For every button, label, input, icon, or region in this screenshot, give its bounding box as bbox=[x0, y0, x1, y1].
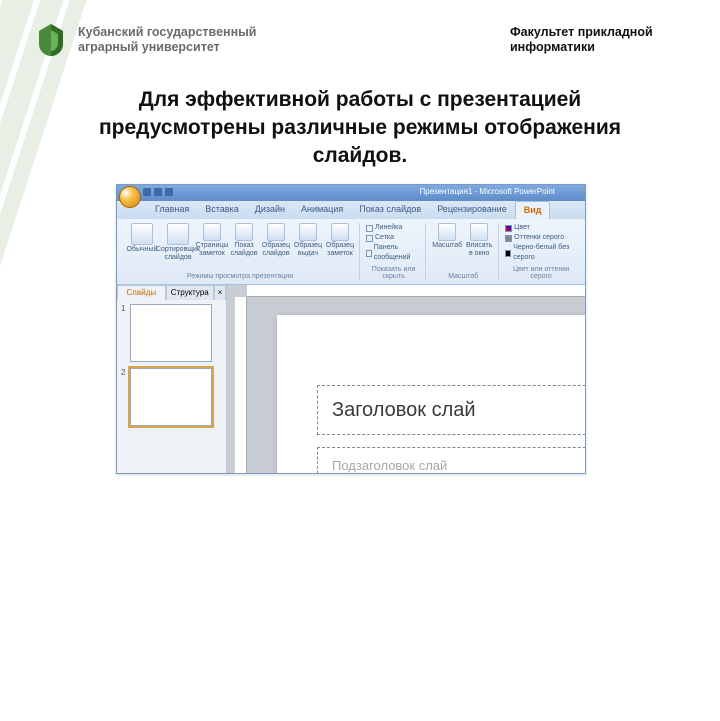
tab-view[interactable]: Вид bbox=[515, 201, 551, 219]
slide-canvas: Заголовок слай Подзаголовок слай bbox=[227, 285, 585, 474]
panel-tabs: Слайды Структура × bbox=[117, 285, 226, 300]
quick-access-toolbar[interactable] bbox=[143, 188, 173, 196]
tab-animation[interactable]: Анимация bbox=[293, 201, 351, 219]
slide-title: Для эффективной работы с презентацией пр… bbox=[90, 86, 630, 170]
opt-color[interactable]: Цвет bbox=[505, 223, 577, 233]
normal-view-icon bbox=[131, 223, 153, 245]
thumbnail[interactable]: 1 bbox=[121, 304, 222, 362]
notes-master-icon bbox=[331, 223, 349, 241]
university-name: Кубанский государственный аграрный униве… bbox=[78, 25, 257, 55]
btn-handout-master[interactable]: Образец выдач bbox=[293, 223, 323, 262]
btn-normal[interactable]: Обычный bbox=[125, 223, 159, 262]
btn-sorter[interactable]: Сортировщик слайдов bbox=[161, 223, 195, 262]
brand: Кубанский государственный аграрный униве… bbox=[36, 22, 257, 58]
horizontal-ruler-icon bbox=[247, 285, 585, 297]
slides-panel: Слайды Структура × 1 2 bbox=[117, 285, 227, 474]
chk-ruler[interactable]: Линейка bbox=[366, 223, 421, 233]
powerpoint-screenshot: Презентация1 - Microsoft PowerPoint Глав… bbox=[116, 184, 586, 474]
panel-tab-outline[interactable]: Структура bbox=[166, 285, 215, 300]
group-color: Цвет Оттенки серого Черно-белый без серо… bbox=[501, 223, 581, 280]
group-presentation-views: Обычный Сортировщик слайдов Страницы зам… bbox=[121, 223, 360, 280]
chk-msgbar[interactable]: Панель сообщений bbox=[366, 243, 421, 263]
fit-window-icon bbox=[470, 223, 488, 241]
faculty-name: Факультет прикладной информатики bbox=[510, 25, 690, 55]
window-title: Презентация1 - Microsoft PowerPoint bbox=[420, 187, 555, 196]
btn-slideshow[interactable]: Показ слайдов bbox=[229, 223, 259, 262]
panel-close-icon[interactable]: × bbox=[214, 285, 226, 300]
university-logo-icon bbox=[36, 22, 66, 58]
group-label: Режимы просмотра презентации bbox=[125, 272, 355, 280]
btn-slide-master[interactable]: Образец слайдов bbox=[261, 223, 291, 262]
group-label: Показать или скрыть bbox=[366, 265, 421, 280]
chk-grid[interactable]: Сетка bbox=[366, 233, 421, 243]
btn-notes-master[interactable]: Образец заметок bbox=[325, 223, 355, 262]
ribbon-tabs: Главная Вставка Дизайн Анимация Показ сл… bbox=[117, 201, 585, 219]
sorter-icon bbox=[167, 223, 189, 245]
btn-fit[interactable]: Вписать в окно bbox=[464, 223, 494, 258]
slide-header: Кубанский государственный аграрный униве… bbox=[0, 0, 720, 58]
office-button-icon[interactable] bbox=[119, 186, 141, 208]
thumbnails: 1 2 bbox=[117, 300, 226, 474]
tab-review[interactable]: Рецензирование bbox=[429, 201, 515, 219]
work-area: Слайды Структура × 1 2 Заголовок слай По… bbox=[117, 285, 585, 474]
subtitle-placeholder[interactable]: Подзаголовок слай bbox=[317, 447, 585, 474]
opt-bw[interactable]: Черно-белый без серого bbox=[505, 243, 577, 263]
group-label: Цвет или оттенки серого bbox=[505, 265, 577, 280]
opt-gray[interactable]: Оттенки серого bbox=[505, 233, 577, 243]
title-placeholder[interactable]: Заголовок слай bbox=[317, 385, 585, 435]
tab-design[interactable]: Дизайн bbox=[247, 201, 293, 219]
ribbon: Обычный Сортировщик слайдов Страницы зам… bbox=[117, 219, 585, 285]
vertical-ruler-icon bbox=[235, 297, 247, 474]
slide-master-icon bbox=[267, 223, 285, 241]
handout-master-icon bbox=[299, 223, 317, 241]
notes-icon bbox=[203, 223, 221, 241]
tab-home[interactable]: Главная bbox=[147, 201, 197, 219]
slideshow-icon bbox=[235, 223, 253, 241]
btn-zoom[interactable]: Масштаб bbox=[432, 223, 462, 258]
group-zoom: Масштаб Вписать в окно Масштаб bbox=[428, 223, 499, 280]
group-label: Масштаб bbox=[432, 272, 494, 280]
btn-notes[interactable]: Страницы заметок bbox=[197, 223, 227, 262]
zoom-icon bbox=[438, 223, 456, 241]
titlebar: Презентация1 - Microsoft PowerPoint bbox=[117, 185, 585, 201]
group-show-hide: Линейка Сетка Панель сообщений Показать … bbox=[362, 223, 426, 280]
thumbnail[interactable]: 2 bbox=[121, 368, 222, 426]
tab-insert[interactable]: Вставка bbox=[197, 201, 246, 219]
slide[interactable]: Заголовок слай Подзаголовок слай bbox=[277, 315, 585, 474]
tab-slideshow[interactable]: Показ слайдов bbox=[351, 201, 429, 219]
panel-tab-slides[interactable]: Слайды bbox=[117, 285, 166, 300]
